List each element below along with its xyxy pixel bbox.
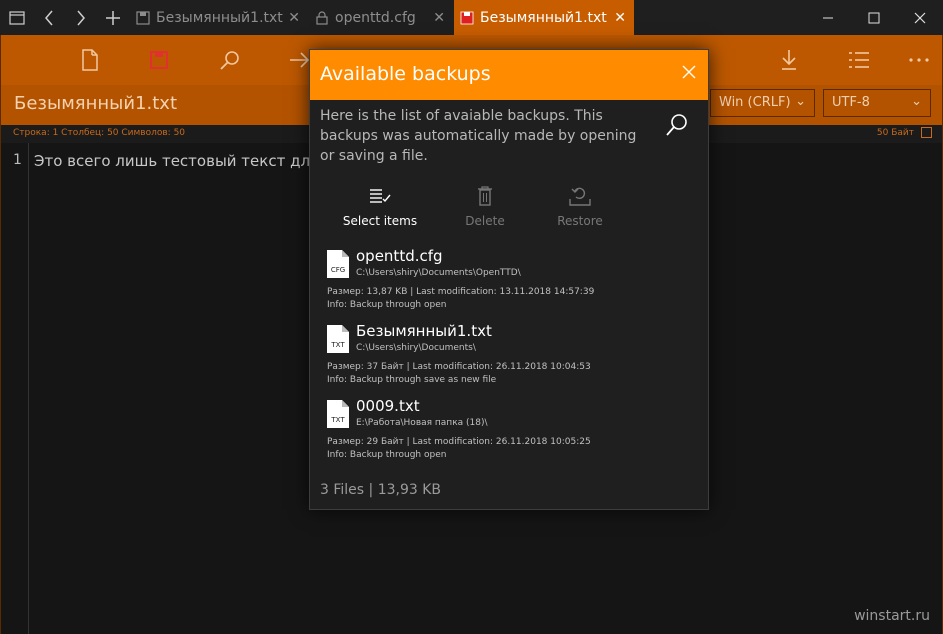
file-type-badge: TXT: [331, 416, 345, 424]
restore-icon: [540, 184, 620, 208]
select-items-label: Select items: [342, 214, 418, 228]
forward-icon[interactable]: [64, 0, 98, 35]
delete-button[interactable]: Delete: [445, 184, 525, 228]
line-gutter: 1: [1, 143, 29, 634]
restore-button[interactable]: Restore: [540, 184, 620, 228]
tab-openttd[interactable]: openttd.cfg ✕: [309, 0, 453, 35]
backup-item[interactable]: CFG openttd.cfg C:\Users\shiry\Documents…: [327, 247, 697, 312]
file-info: Info: Backup through open: [327, 450, 447, 460]
close-tab-icon[interactable]: ✕: [433, 10, 445, 26]
new-file-icon[interactable]: [75, 45, 105, 75]
chevron-down-icon: ⌄: [795, 94, 806, 109]
download-icon[interactable]: [774, 45, 804, 75]
select-items-button[interactable]: Select items: [340, 184, 420, 228]
save-icon: [136, 10, 150, 25]
new-tab-icon[interactable]: [96, 0, 130, 35]
editor-line[interactable]: Это всего лишь тестовый текст для ww: [34, 152, 348, 170]
file-type-badge: CFG: [330, 266, 346, 274]
search-icon[interactable]: [215, 45, 245, 75]
list-icon[interactable]: [844, 45, 874, 75]
dialog-title: Available backups: [320, 63, 491, 85]
backup-item[interactable]: TXT Безымянный1.txt C:\Users\shiry\Docum…: [327, 322, 697, 387]
checklist-icon: [340, 184, 420, 208]
back-icon[interactable]: [32, 0, 66, 35]
dialog-footer: 3 Files | 13,93 KB: [320, 482, 442, 498]
file-meta: Размер: 29 Байт | Last modification: 26.…: [327, 437, 591, 447]
tab-list-icon[interactable]: [0, 0, 34, 35]
close-tab-icon[interactable]: ✕: [288, 10, 300, 26]
tab-untitled-1[interactable]: Безымянный1.txt ✕: [130, 0, 308, 35]
file-path: E:\Работа\Новая папка (18)\: [356, 418, 488, 428]
title-bar: Безымянный1.txt ✕ openttd.cfg ✕ Безымянн…: [0, 0, 943, 35]
dialog-description: Here is the list of avaiable backups. Th…: [320, 108, 637, 164]
trash-icon: [445, 184, 525, 208]
file-name: openttd.cfg: [356, 247, 443, 265]
tab-label: Безымянный1.txt: [156, 9, 283, 26]
lock-icon: [316, 10, 328, 25]
file-name: Безымянный1.txt: [14, 93, 178, 114]
close-icon[interactable]: [682, 63, 696, 84]
line-ending-value: Win (CRLF): [719, 95, 791, 110]
file-name: Безымянный1.txt: [356, 322, 492, 340]
dialog-header: Available backups: [310, 50, 708, 100]
delete-label: Delete: [465, 214, 505, 228]
tab-label: Безымянный1.txt: [480, 9, 607, 26]
save-icon[interactable]: [144, 45, 174, 75]
close-window-button[interactable]: [897, 0, 943, 35]
tab-label: openttd.cfg: [335, 9, 416, 26]
save-icon: [460, 11, 474, 24]
backups-dialog: Available backups Here is the list of av…: [309, 49, 709, 510]
file-type-badge: TXT: [331, 341, 345, 349]
encoding-value: UTF-8: [832, 95, 870, 110]
search-icon[interactable]: [664, 112, 690, 138]
restore-label: Restore: [557, 214, 603, 228]
file-path: C:\Users\shiry\Documents\: [356, 343, 476, 353]
line-ending-select[interactable]: Win (CRLF) ⌄: [710, 89, 815, 117]
file-meta: Размер: 13,87 KB | Last modification: 13…: [327, 287, 595, 297]
encoding-select[interactable]: UTF-8 ⌄: [823, 89, 931, 117]
backup-item[interactable]: TXT 0009.txt E:\Работа\Новая папка (18)\…: [327, 397, 697, 462]
chevron-down-icon: ⌄: [911, 94, 922, 109]
file-name: 0009.txt: [356, 397, 420, 415]
maximize-button[interactable]: [851, 0, 897, 35]
cursor-status: Строка: 1 Столбец: 50 Символов: 50: [13, 128, 186, 138]
file-info: Info: Backup through save as new file: [327, 375, 497, 385]
line-number: 1: [13, 152, 22, 168]
file-info: Info: Backup through open: [327, 300, 447, 310]
minimize-button[interactable]: [805, 0, 851, 35]
file-size-status: 50 Байт: [876, 128, 914, 138]
save-status-icon: [921, 127, 932, 138]
more-icon[interactable]: [904, 45, 934, 75]
watermark: winstart.ru: [854, 608, 930, 624]
close-tab-icon[interactable]: ✕: [614, 10, 626, 26]
file-meta: Размер: 37 Байт | Last modification: 26.…: [327, 362, 591, 372]
tab-untitled-active[interactable]: Безымянный1.txt ✕: [454, 0, 634, 35]
file-path: C:\Users\shiry\Documents\OpenTTD\: [356, 268, 521, 278]
